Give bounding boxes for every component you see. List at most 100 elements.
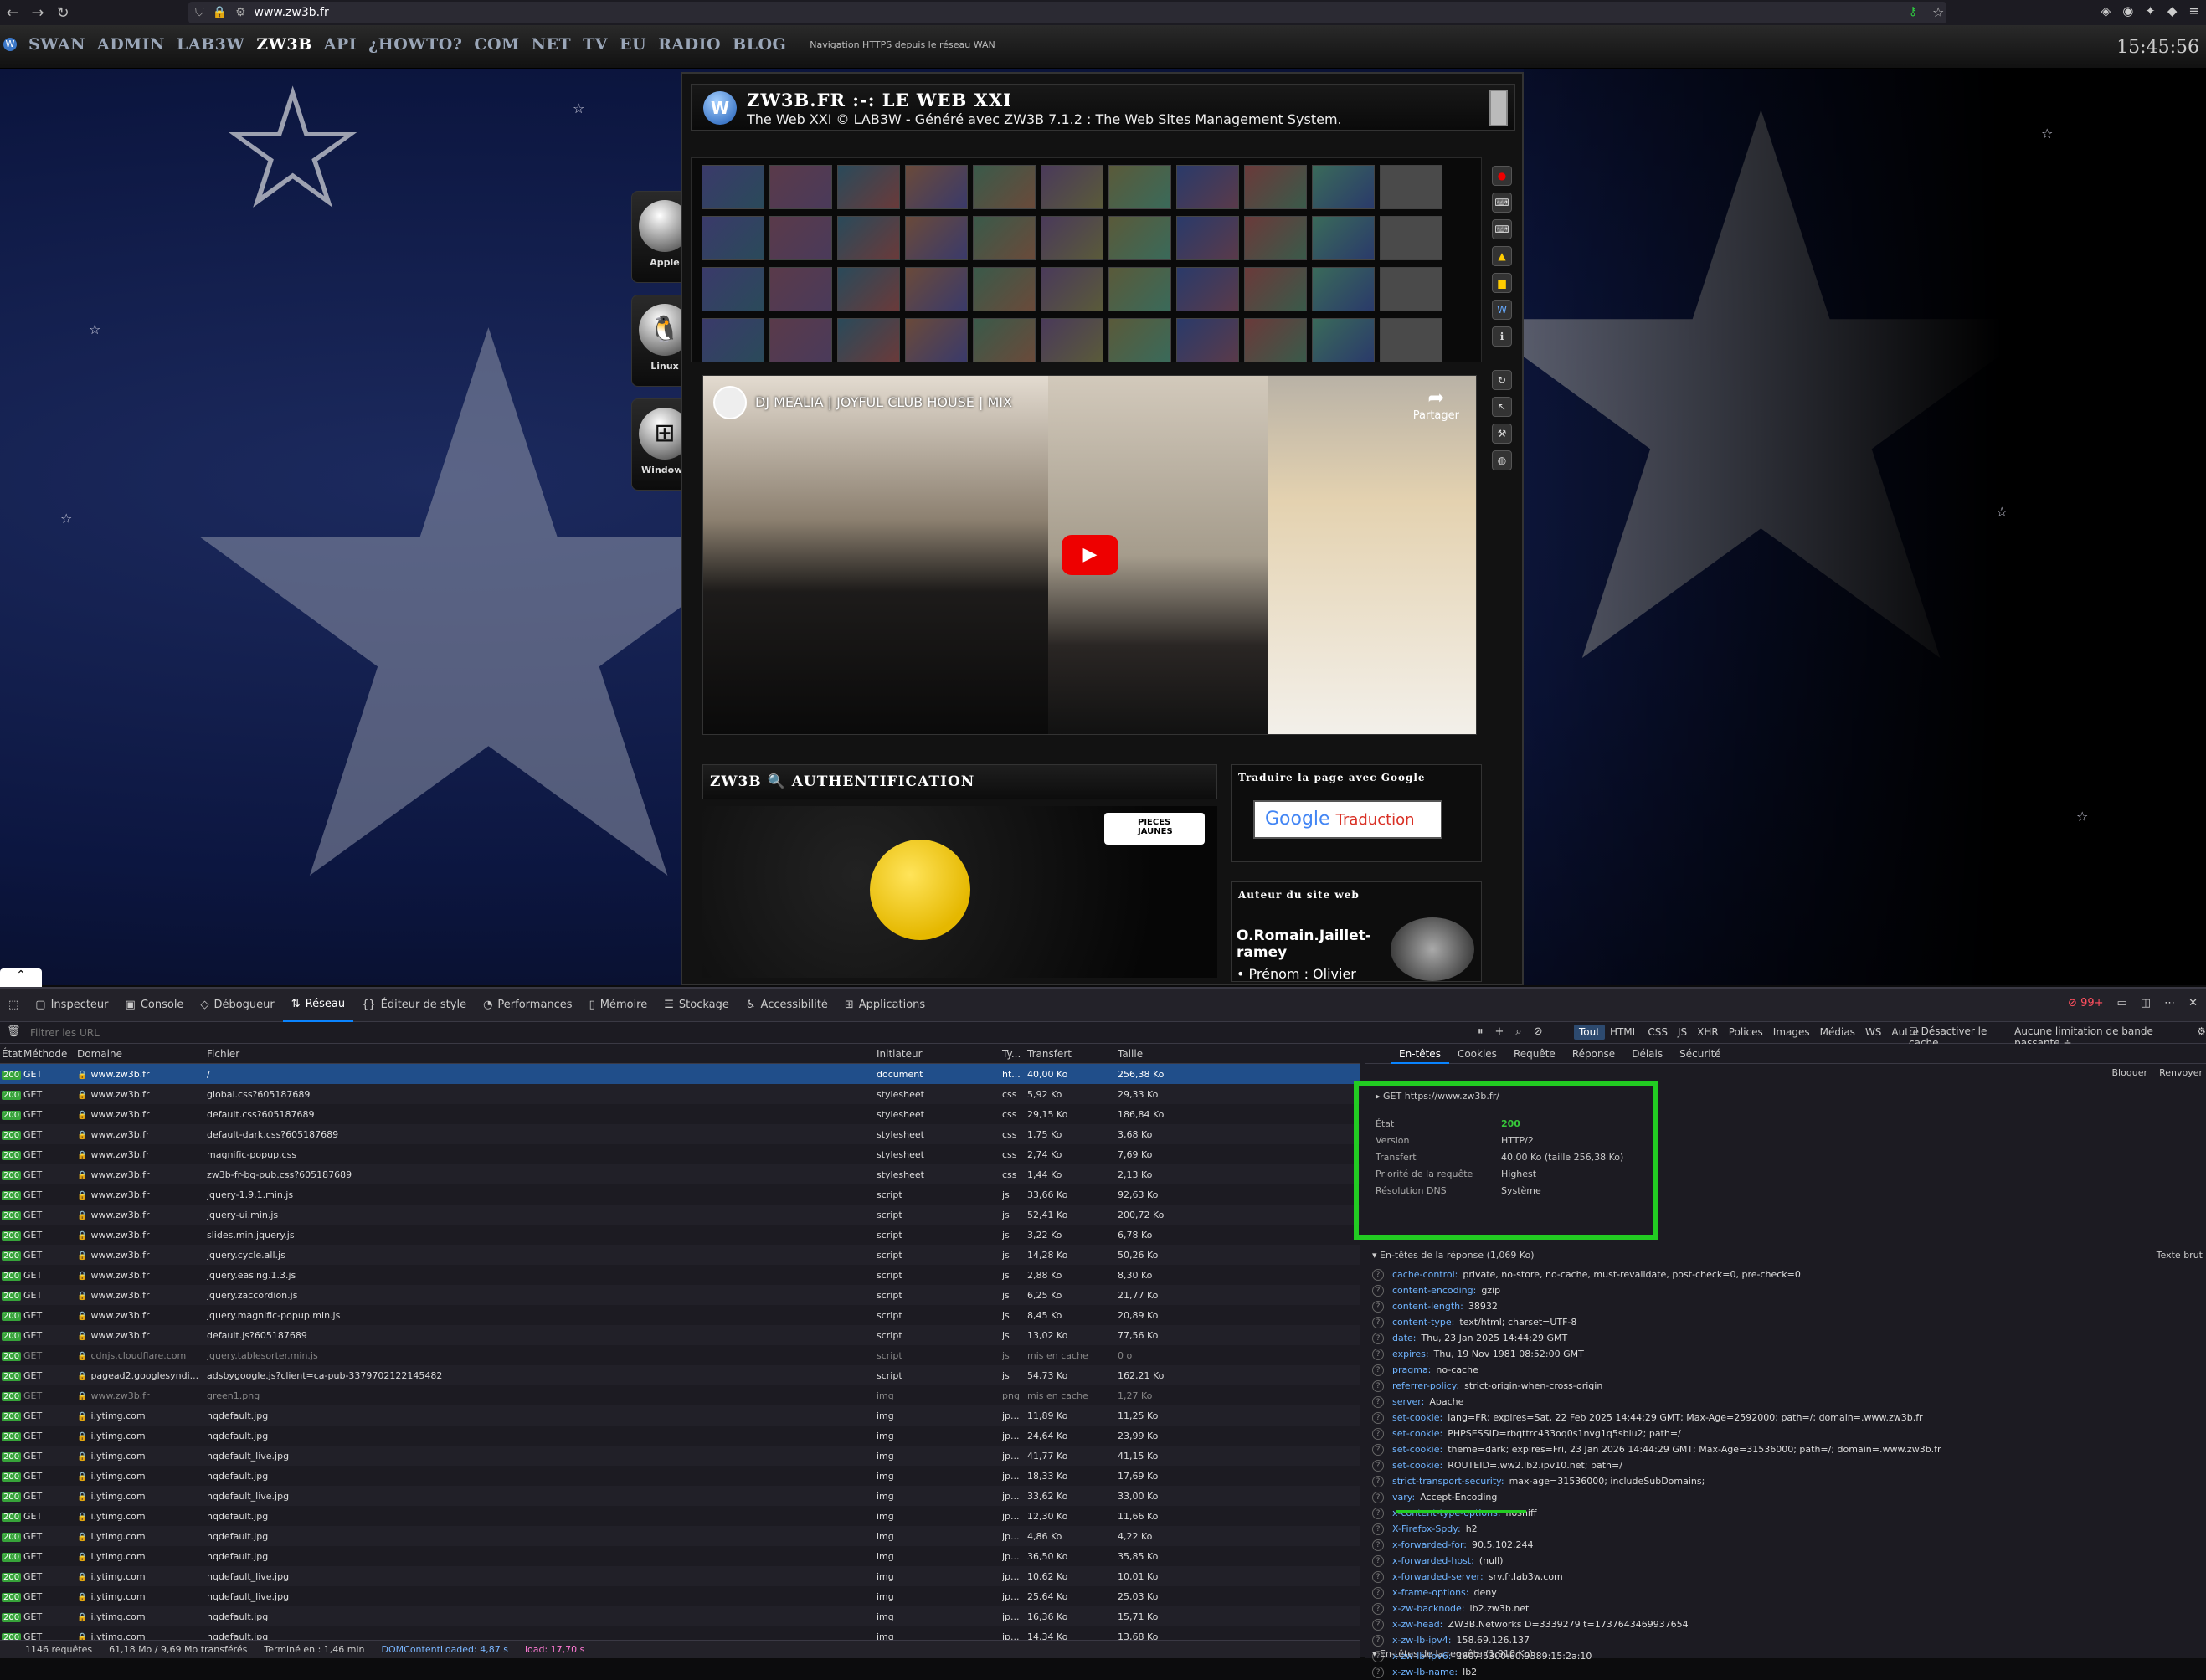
video-thumbnail[interactable]: [1312, 318, 1375, 362]
menu-howto[interactable]: ¿HOWTO?: [368, 35, 462, 54]
reload-icon[interactable]: ↻: [50, 4, 75, 22]
help-icon[interactable]: ?: [1372, 1570, 1384, 1583]
video-thumbnail[interactable]: [905, 318, 968, 362]
help-icon[interactable]: ?: [1372, 1586, 1384, 1599]
pick-element-icon[interactable]: ⬚: [0, 989, 27, 1022]
video-thumbnail[interactable]: [769, 216, 832, 260]
trash-icon[interactable]: 🗑: [7, 1025, 21, 1038]
table-row[interactable]: 200 GET 🔒 i.ytimg.com hqdefault_live.jpg img j…: [0, 1446, 1360, 1466]
help-icon[interactable]: ?: [1372, 1602, 1384, 1615]
menu-blog[interactable]: BLOG: [733, 35, 786, 54]
video-thumbnail[interactable]: [1108, 216, 1171, 260]
tool-icon[interactable]: ⚒: [1492, 424, 1512, 444]
detail-tab-security[interactable]: Sécurité: [1671, 1044, 1730, 1064]
response-header-row[interactable]: ? referrer-policy: strict-origin-when-cros…: [1372, 1378, 2201, 1394]
help-icon[interactable]: ?: [1372, 1316, 1384, 1328]
filter-xhr[interactable]: XHR: [1692, 1025, 1724, 1040]
detail-tab-response[interactable]: Réponse: [1564, 1044, 1623, 1064]
forward-icon[interactable]: →: [25, 4, 50, 22]
globe-icon[interactable]: ◍: [1492, 450, 1512, 470]
video-thumbnail[interactable]: [973, 267, 1036, 311]
video-thumbnail[interactable]: [837, 267, 900, 311]
error-count-badge[interactable]: ⊘ 99+: [2068, 997, 2103, 1010]
resend-button[interactable]: Renvoyer: [2159, 1067, 2203, 1078]
response-header-row[interactable]: ? server: Apache: [1372, 1394, 2201, 1410]
help-icon[interactable]: ?: [1372, 1634, 1384, 1647]
google-translate-button[interactable]: Google Traduction: [1253, 800, 1442, 839]
col-type[interactable]: Ty...: [1002, 1048, 1027, 1060]
filter-html[interactable]: HTML: [1605, 1025, 1643, 1040]
video-thumbnail[interactable]: [702, 318, 764, 362]
response-header-row[interactable]: ? content-encoding: gzip: [1372, 1282, 2201, 1298]
zw3b-logo-icon[interactable]: W: [703, 91, 737, 125]
video-thumbnail[interactable]: [905, 165, 968, 209]
search-icon[interactable]: ⌕: [1515, 1025, 1521, 1038]
table-row[interactable]: 200 GET 🔒 i.ytimg.com hqdefault.jpg img jp... 3…: [0, 1546, 1360, 1566]
response-header-row[interactable]: ? X-Firefox-Spdy: h2: [1372, 1521, 2201, 1537]
video-thumbnail[interactable]: [905, 267, 968, 311]
video-thumbnail[interactable]: [702, 165, 764, 209]
tab-inspecteur[interactable]: ▢ Inspecteur: [27, 989, 116, 1022]
help-icon[interactable]: ?: [1372, 1284, 1384, 1297]
response-header-row[interactable]: ? date: Thu, 23 Jan 2025 14:44:29 GMT: [1372, 1330, 2201, 1346]
table-row[interactable]: 200 GET 🔒 i.ytimg.com hqdefault_live.jpg img j…: [0, 1566, 1360, 1586]
back-icon[interactable]: ←: [0, 4, 25, 22]
request-url[interactable]: ▸ GET https://www.zw3b.fr/: [1376, 1091, 1669, 1102]
video-thumbnail[interactable]: [1312, 165, 1375, 209]
video-thumbnail[interactable]: [1244, 165, 1307, 209]
video-thumbnail[interactable]: [1041, 267, 1103, 311]
table-row[interactable]: 200 GET 🔒 www.zw3b.fr jquery-ui.min.js script…: [0, 1205, 1360, 1225]
help-icon[interactable]: ?: [1372, 1411, 1384, 1424]
menu-com[interactable]: COM: [474, 35, 519, 54]
response-header-row[interactable]: ? pragma: no-cache: [1372, 1362, 2201, 1378]
video-thumbnail[interactable]: [973, 165, 1036, 209]
video-thumbnail[interactable]: [1380, 267, 1442, 311]
tab-memoire[interactable]: ▯ Mémoire: [581, 989, 656, 1022]
help-icon[interactable]: ?: [1372, 1554, 1384, 1567]
key-icon[interactable]: ⚷: [1909, 5, 1917, 18]
filter-js[interactable]: JS: [1673, 1025, 1692, 1040]
col-transfer[interactable]: Transfert: [1027, 1048, 1118, 1060]
table-row[interactable]: 200 GET 🔒 www.zw3b.fr jquery.zaccordion.js sc…: [0, 1285, 1360, 1305]
table-row[interactable]: 200 GET 🔒 www.zw3b.fr jquery.cycle.all.js scr…: [0, 1245, 1360, 1265]
addon-icon[interactable]: ◆: [2167, 3, 2178, 18]
detail-tab-cookies[interactable]: Cookies: [1449, 1044, 1505, 1064]
play-button[interactable]: ▶: [1062, 535, 1118, 575]
table-row[interactable]: 200 GET 🔒 www.zw3b.fr global.css?605187689 st…: [0, 1084, 1360, 1104]
col-file[interactable]: Fichier: [207, 1048, 877, 1060]
video-thumbnail[interactable]: [837, 216, 900, 260]
table-row[interactable]: 200 GET 🔒 i.ytimg.com hqdefault.jpg img jp... 2…: [0, 1426, 1360, 1446]
share-button[interactable]: ➦ Partager: [1413, 386, 1459, 422]
response-header-row[interactable]: ? set-cookie: theme=dark; expires=Fri, 23 …: [1372, 1441, 2201, 1457]
table-row[interactable]: 200 GET 🔒 i.ytimg.com hqdefault.jpg img jp... 1…: [0, 1606, 1360, 1626]
video-thumbnail[interactable]: [837, 318, 900, 362]
video-title[interactable]: DJ MEALIA | JOYFUL CLUB HOUSE | MIX: [755, 394, 1012, 410]
account-icon[interactable]: ◉: [2122, 3, 2133, 18]
more-icon[interactable]: ⋯: [2164, 997, 2175, 1010]
lock-icon[interactable]: 🔒: [213, 6, 227, 19]
col-domain[interactable]: Domaine: [77, 1048, 207, 1060]
video-thumbnail[interactable]: [973, 318, 1036, 362]
video-thumbnail[interactable]: [769, 318, 832, 362]
info-icon[interactable]: ℹ: [1492, 326, 1512, 347]
response-header-row[interactable]: ? x-zw-lb-name: lb2: [1372, 1664, 2201, 1680]
table-row[interactable]: 200 GET 🔒 www.zw3b.fr jquery.easing.1.3.js sc…: [0, 1265, 1360, 1285]
refresh-icon[interactable]: ↻: [1492, 370, 1512, 390]
video-thumbnail[interactable]: [1041, 318, 1103, 362]
video-thumbnail[interactable]: [1244, 216, 1307, 260]
response-header-row[interactable]: ? x-forwarded-server: srv.fr.lab3w.com: [1372, 1569, 2201, 1585]
response-header-row[interactable]: ? strict-transport-security: max-age=31536…: [1372, 1473, 2201, 1489]
menu-admin[interactable]: ADMIN: [97, 35, 165, 54]
add-icon[interactable]: +: [1495, 1025, 1504, 1038]
filter-css[interactable]: CSS: [1643, 1025, 1673, 1040]
table-row[interactable]: 200 GET 🔒 www.zw3b.fr default-dark.css?60518…: [0, 1124, 1360, 1144]
response-header-row[interactable]: ? x-zw-backnode: lb2.zw3b.net: [1372, 1600, 2201, 1616]
site-logo-icon[interactable]: W: [3, 38, 17, 51]
detail-tab-headers[interactable]: En-têtes: [1391, 1044, 1449, 1064]
video-thumbnail[interactable]: [1176, 267, 1239, 311]
help-icon[interactable]: ?: [1372, 1523, 1384, 1535]
table-row[interactable]: 200 GET 🔒 i.ytimg.com hqdefault_live.jpg img j…: [0, 1586, 1360, 1606]
close-icon[interactable]: ✕: [2188, 997, 2198, 1010]
video-thumbnail[interactable]: [1380, 165, 1442, 209]
url-text[interactable]: www.zw3b.fr: [255, 6, 329, 19]
